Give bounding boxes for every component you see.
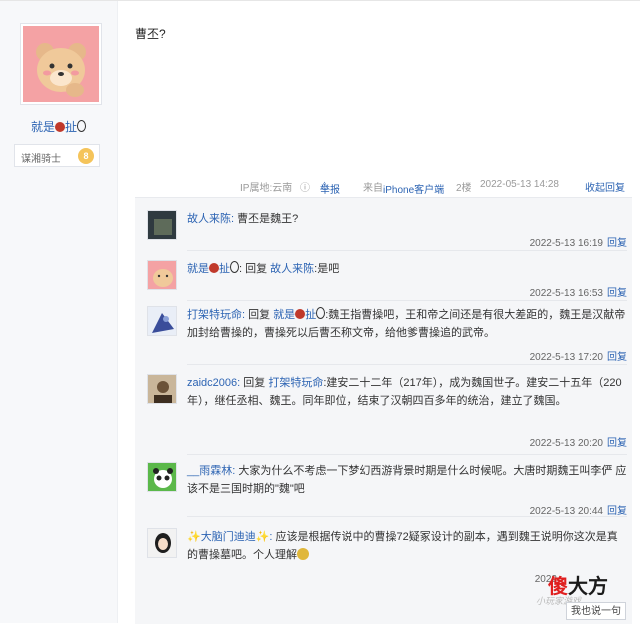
bear-avatar-small-icon: [148, 261, 176, 289]
reply-username[interactable]: 打架特玩命:: [187, 309, 245, 321]
reply-time: 2022-5-13 20:20: [529, 438, 603, 449]
girl-avatar-icon: [148, 529, 176, 557]
username-text: 就是: [30, 120, 55, 134]
reply-avatar[interactable]: [147, 260, 177, 290]
anime-avatar-icon: [148, 307, 176, 335]
bear-avatar-icon: [23, 26, 99, 102]
reply-username[interactable]: 就是: [187, 263, 209, 275]
reply-username-suffix[interactable]: 扯: [219, 263, 230, 275]
reply-meta: 2022-5-13 17:20 回复: [530, 348, 627, 363]
reply-divider: [187, 454, 627, 455]
reply-time: 2022-5-13 16:19: [529, 238, 603, 249]
reply-username[interactable]: 故人来陈:: [187, 213, 234, 225]
reply-meta: 2022-5-13 16:19 回复: [530, 234, 627, 249]
user-sidebar: 就是扯 谋湘骑士 8: [0, 1, 118, 623]
reply-time: 2022-5-13 17:20: [529, 352, 603, 363]
reply-content: :是吧: [314, 263, 340, 275]
reply-meta: 2022-5-13 20:20 回复: [530, 434, 627, 449]
username-link[interactable]: 就是扯: [0, 118, 117, 135]
reply-mid: 回复: [240, 377, 269, 389]
egg-icon: [316, 307, 326, 319]
report-label: 举报: [320, 185, 340, 196]
reply-button[interactable]: 回复: [607, 352, 627, 363]
reply-avatar[interactable]: [147, 462, 177, 492]
reply-text: 打架特玩命: 回复 就是扯:魏王指曹操吧，王和帝之间还是有很大差距的，魏王是汉献…: [187, 306, 627, 342]
reply-divider: [187, 516, 627, 517]
help-icon[interactable]: ⓘ: [300, 179, 310, 194]
post-datetime: 2022-05-13 14:28: [480, 179, 559, 190]
reply-text: 就是扯 : 回复 故人来陈:是吧: [187, 260, 627, 278]
member-badge[interactable]: 谋湘骑士 8: [14, 144, 100, 167]
say-something-button[interactable]: 我也说一句: [566, 602, 626, 620]
red-emoji-icon: [295, 309, 306, 319]
client-source[interactable]: 来自 iPhone客户端: [363, 179, 444, 196]
reply-divider: [187, 300, 627, 301]
reply-content: 大家为什么不考虑一下梦幻西游背景时期是什么时候呢。大唐时期魏王叫李俨 应该不是三…: [187, 465, 627, 495]
person-avatar-icon: [148, 375, 176, 403]
reply-item: 打架特玩命: 回复 就是扯:魏王指曹操吧，王和帝之间还是有很大差距的，魏王是汉献…: [147, 306, 627, 366]
reply-divider: [187, 250, 627, 251]
reply-username[interactable]: ✨大脑门迪迪✨:: [187, 531, 272, 543]
dark-avatar-icon: [148, 211, 176, 239]
reply-button[interactable]: 回复: [607, 288, 627, 299]
reply-text: zaidc2006: 回复 打架特玩命:建安二十二年（217年），成为魏国世子。…: [187, 374, 627, 410]
red-emoji-icon: [209, 263, 219, 273]
egg-icon: [77, 120, 87, 132]
reply-avatar[interactable]: [147, 306, 177, 336]
reply-text: ✨大脑门迪迪✨: 应该是根据传说中的曹操72疑冢设计的副本，遇到魏王说明你这次是…: [187, 528, 627, 564]
post-meta-bar: IP属地:云南 ⓘ ⚠ 举报 来自 iPhone客户端 2楼 2022-05-13…: [230, 177, 630, 196]
reply-avatar[interactable]: [147, 528, 177, 558]
reply-mid: : 回复: [239, 263, 271, 275]
reply-list: 故人来陈: 曹丕是魏王? 2022-5-13 16:19 回复 就是扯: 回复 故…: [135, 197, 632, 624]
post-content: 曹丕?: [135, 27, 166, 41]
username-suffix: 扯: [65, 120, 78, 134]
reply-username[interactable]: zaidc2006:: [187, 377, 240, 389]
reply-button[interactable]: 回复: [607, 438, 627, 449]
reply-target-user[interactable]: 故人来陈: [270, 263, 314, 275]
collapse-replies-link[interactable]: 收起回复: [585, 179, 625, 194]
reply-item: __雨霖林: 大家为什么不考虑一下梦幻西游背景时期是什么时候呢。大唐时期魏王叫李…: [147, 462, 627, 520]
reply-username[interactable]: __雨霖林:: [187, 465, 235, 477]
avatar-image: [23, 26, 99, 102]
reply-target-user[interactable]: 打架特玩命: [268, 377, 323, 389]
floor-number: 2楼: [456, 183, 472, 194]
client-source-link[interactable]: iPhone客户端: [383, 181, 444, 196]
badge-label: 谋湘骑士: [21, 154, 61, 165]
reply-target-suffix[interactable]: 扯: [305, 309, 316, 321]
reply-text: __雨霖林: 大家为什么不考虑一下梦幻西游背景时期是什么时候呢。大唐时期魏王叫李…: [187, 462, 627, 498]
reply-meta: 2022-5-13 16:53 回复: [530, 284, 627, 299]
panda-avatar-icon: [148, 463, 176, 491]
reply-avatar[interactable]: [147, 210, 177, 240]
user-avatar[interactable]: [20, 23, 102, 105]
thinking-emoji-icon: [297, 548, 309, 560]
reply-content: 曹丕是魏王?: [237, 213, 299, 225]
reply-target-user[interactable]: 就是: [273, 309, 295, 321]
reply-item: zaidc2006: 回复 打架特玩命:建安二十二年（217年），成为魏国世子。…: [147, 374, 627, 452]
reply-avatar[interactable]: [147, 374, 177, 404]
red-emoji-icon: [55, 122, 65, 132]
egg-icon: [230, 261, 239, 273]
reply-item: 就是扯 : 回复 故人来陈:是吧 2022-5-13 16:53 回复: [147, 260, 627, 304]
reply-divider: [187, 364, 627, 365]
reply-meta: 2022-5-13 20:44 回复: [530, 502, 627, 517]
ip-location: IP属地:云南: [240, 183, 293, 194]
reply-text: 故人来陈: 曹丕是魏王?: [187, 210, 627, 228]
badge-level-icon: 8: [78, 148, 94, 164]
reply-mid: 回复: [245, 309, 274, 321]
reply-time: 2022-5-13 16:53: [529, 288, 603, 299]
reply-button[interactable]: 回复: [607, 238, 627, 249]
